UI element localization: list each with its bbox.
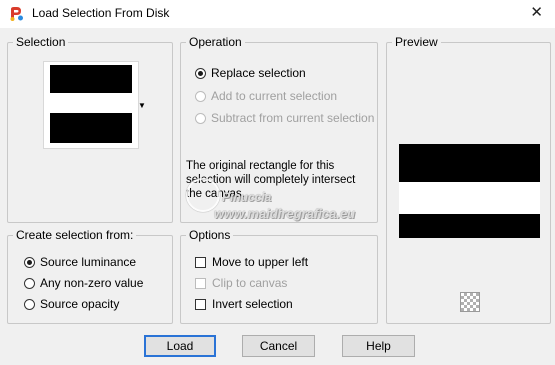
radio-label: Source luminance	[40, 255, 137, 269]
preview-group-label: Preview	[392, 35, 441, 49]
radio-button[interactable]	[195, 112, 206, 124]
paintshop-pro-icon	[10, 7, 23, 21]
radio-button[interactable]	[195, 67, 206, 79]
selection-thumbnail-bottom-bar	[50, 113, 132, 143]
preview-white-band	[399, 182, 540, 214]
checkbox-move-to-upper-left[interactable]: Move to upper left	[195, 254, 308, 270]
help-button[interactable]: Help	[342, 335, 415, 357]
preview-group: Preview	[386, 35, 551, 324]
selection-dropdown[interactable]	[43, 61, 139, 149]
watermark-site: www.maidiregrafica.eu	[214, 206, 356, 221]
radio-label: Replace selection	[211, 66, 306, 80]
radio-label: Source opacity	[40, 297, 120, 311]
radio-any-non-zero[interactable]: Any non-zero value	[24, 275, 143, 291]
radio-button[interactable]	[24, 256, 35, 268]
checkerboard-icon[interactable]	[460, 292, 480, 312]
create-from-group-label: Create selection from:	[13, 228, 137, 242]
radio-source-opacity[interactable]: Source opacity	[24, 296, 119, 312]
load-button[interactable]: Load	[144, 335, 216, 357]
checkbox[interactable]	[195, 298, 206, 310]
checkbox-label: Move to upper left	[212, 255, 309, 269]
checkbox[interactable]	[195, 277, 206, 289]
cancel-button[interactable]: Cancel	[242, 335, 315, 357]
radio-add-to-selection[interactable]: Add to current selection	[195, 88, 337, 104]
selection-thumbnail-top-bar	[50, 65, 132, 93]
window-title: Load Selection From Disk	[32, 6, 170, 20]
radio-button[interactable]	[24, 298, 35, 310]
radio-button[interactable]	[195, 90, 206, 102]
radio-button[interactable]	[24, 277, 35, 289]
options-group: Options Move to upper left Clip to canva…	[180, 228, 378, 324]
preview-image	[399, 144, 540, 238]
checkbox-invert-selection[interactable]: Invert selection	[195, 296, 293, 312]
options-group-label: Options	[186, 228, 234, 242]
checkbox-label: Invert selection	[212, 297, 293, 311]
radio-replace-selection[interactable]: Replace selection	[195, 65, 306, 81]
radio-source-luminance[interactable]: Source luminance	[24, 254, 136, 270]
radio-label: Any non-zero value	[40, 276, 144, 290]
close-icon[interactable]: ✕	[530, 4, 543, 22]
radio-label: Add to current selection	[211, 89, 338, 103]
checkbox[interactable]	[195, 256, 206, 268]
dropdown-arrow-icon[interactable]: ▼	[138, 101, 146, 110]
operation-group-label: Operation	[186, 35, 245, 49]
radio-label: Subtract from current selection	[211, 111, 375, 125]
selection-group: Selection ▼	[7, 35, 173, 223]
title-bar: Load Selection From Disk ✕	[0, 0, 555, 28]
radio-subtract-selection[interactable]: Subtract from current selection	[195, 110, 374, 126]
watermark-name: Pinuccia	[222, 190, 272, 204]
create-from-group: Create selection from: Source luminance …	[7, 228, 173, 324]
checkbox-clip-to-canvas[interactable]: Clip to canvas	[195, 275, 287, 291]
checkbox-label: Clip to canvas	[212, 276, 288, 290]
selection-group-label: Selection	[13, 35, 69, 49]
